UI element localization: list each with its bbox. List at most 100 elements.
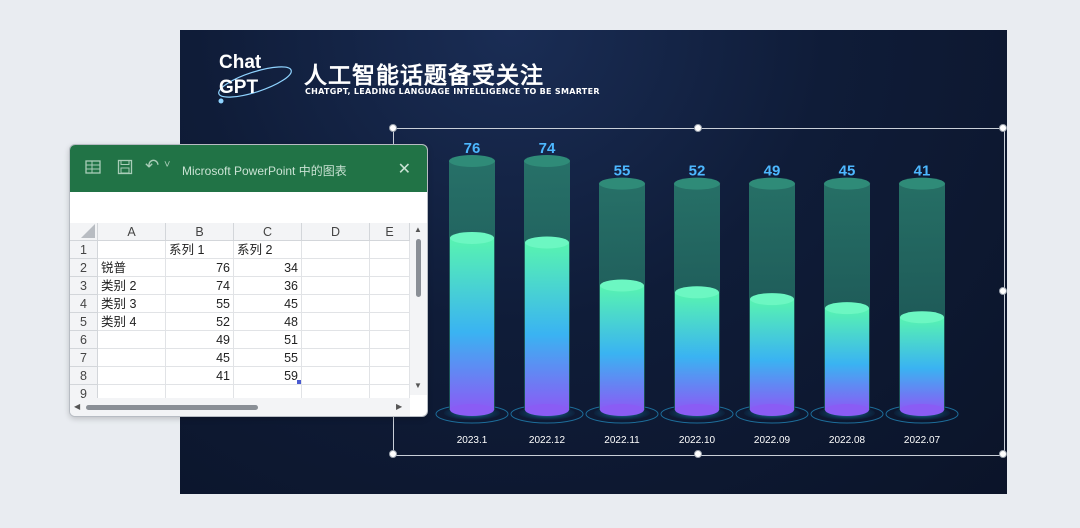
spreadsheet-cell[interactable] <box>302 331 370 349</box>
spreadsheet-cell[interactable] <box>370 349 410 367</box>
bar-fill-cap <box>900 311 944 324</box>
bar-fill-bottom <box>675 404 719 416</box>
select-all-corner[interactable] <box>70 223 98 241</box>
close-icon[interactable]: ✕ <box>398 159 411 179</box>
spreadsheet-cell[interactable]: 48 <box>234 313 302 331</box>
scroll-left-icon[interactable]: ◀ <box>74 402 80 411</box>
data-label: 49 <box>764 163 781 180</box>
spreadsheet-cell[interactable]: 74 <box>166 277 234 295</box>
bar-fill-cap <box>750 293 794 306</box>
row-header[interactable]: 4 <box>70 295 98 313</box>
spreadsheet-cell[interactable] <box>370 241 410 259</box>
row-header[interactable]: 5 <box>70 313 98 331</box>
category-label: 2022.09 <box>754 435 791 446</box>
category-label: 2022.12 <box>529 435 566 446</box>
spreadsheet-cell[interactable]: 类别 4 <box>98 313 166 331</box>
spreadsheet-cell[interactable]: 52 <box>166 313 234 331</box>
resize-handle-right[interactable] <box>999 287 1007 295</box>
bar-fill-cap <box>600 279 644 292</box>
spreadsheet-cell[interactable]: 76 <box>166 259 234 277</box>
excel-window-title: Microsoft PowerPoint 中的图表 <box>182 164 347 178</box>
spreadsheet-cell[interactable] <box>370 313 410 331</box>
row-header[interactable]: 1 <box>70 241 98 259</box>
category-label: 2022.07 <box>904 435 941 446</box>
undo-dropdown-icon[interactable]: ˅ <box>164 159 170 171</box>
spreadsheet-cell[interactable] <box>302 313 370 331</box>
column-header[interactable]: E <box>370 223 410 241</box>
vertical-scrollbar[interactable]: ▲ ▼ <box>410 223 427 395</box>
undo-icon[interactable]: ↶ <box>145 156 159 176</box>
resize-handle-bottom[interactable] <box>694 450 702 458</box>
bar-fill-2023.1[interactable] <box>450 237 494 410</box>
spreadsheet-cell[interactable] <box>98 367 166 385</box>
spreadsheet-cell[interactable] <box>98 331 166 349</box>
data-label: 52 <box>689 163 706 180</box>
spreadsheet-cell[interactable]: 59 <box>234 367 302 385</box>
resize-handle-bottom-right[interactable] <box>999 450 1007 458</box>
bar-fill-2022.08[interactable] <box>825 308 869 410</box>
scroll-down-icon[interactable]: ▼ <box>414 381 422 390</box>
scroll-right-icon[interactable]: ▶ <box>396 402 402 411</box>
row-header[interactable]: 2 <box>70 259 98 277</box>
spreadsheet-cell[interactable] <box>302 295 370 313</box>
spreadsheet-cell[interactable] <box>98 241 166 259</box>
scroll-up-icon[interactable]: ▲ <box>414 225 422 234</box>
bar-fill-2022.09[interactable] <box>750 299 794 410</box>
data-label: 55 <box>614 163 631 180</box>
bar-fill-cap <box>450 231 494 244</box>
spreadsheet-cell[interactable]: 51 <box>234 331 302 349</box>
spreadsheet-cell[interactable] <box>302 277 370 295</box>
spreadsheet-cell[interactable]: 55 <box>166 295 234 313</box>
spreadsheet-cell[interactable]: 49 <box>166 331 234 349</box>
horizontal-scroll-thumb[interactable] <box>86 405 258 410</box>
spreadsheet-cell[interactable] <box>302 241 370 259</box>
column-header[interactable]: B <box>166 223 234 241</box>
bar-fill-cap <box>675 286 719 299</box>
spreadsheet-cell[interactable] <box>370 295 410 313</box>
resize-handle-bottom-left[interactable] <box>389 450 397 458</box>
row-header[interactable]: 7 <box>70 349 98 367</box>
horizontal-scrollbar[interactable]: ◀ ▶ <box>70 398 410 416</box>
bar-fill-bottom <box>525 404 569 416</box>
spreadsheet-cell[interactable]: 类别 3 <box>98 295 166 313</box>
row-header[interactable]: 8 <box>70 367 98 385</box>
spreadsheet-cell[interactable] <box>302 349 370 367</box>
excel-data-window[interactable]: ↶ ˅ Microsoft PowerPoint 中的图表 ✕ A B C D E 1 系列… <box>69 144 428 417</box>
bar-fill-bottom <box>600 404 644 416</box>
spreadsheet-cell[interactable] <box>98 349 166 367</box>
spreadsheet-cell[interactable]: 55 <box>234 349 302 367</box>
spreadsheet-cell[interactable] <box>370 367 410 385</box>
bar-fill-2022.11[interactable] <box>600 285 644 411</box>
spreadsheet-cell[interactable]: 36 <box>234 277 302 295</box>
spreadsheet-cell[interactable]: 系列 2 <box>234 241 302 259</box>
spreadsheet-cell[interactable]: 34 <box>234 259 302 277</box>
spreadsheet-cell[interactable] <box>370 259 410 277</box>
spreadsheet-cell[interactable] <box>370 331 410 349</box>
data-range-handle[interactable] <box>297 380 301 384</box>
bar-fill-bottom <box>450 404 494 416</box>
bar-fill-2022.10[interactable] <box>675 292 719 410</box>
row-header[interactable]: 3 <box>70 277 98 295</box>
spreadsheet-cell[interactable]: 锐普 <box>98 259 166 277</box>
resize-handle-top[interactable] <box>694 124 702 132</box>
spreadsheet-cell[interactable]: 45 <box>166 349 234 367</box>
spreadsheet-cell[interactable]: 系列 1 <box>166 241 234 259</box>
spreadsheet-cell[interactable]: 45 <box>234 295 302 313</box>
bar-fill-bottom <box>900 404 944 416</box>
excel-titlebar: ↶ ˅ Microsoft PowerPoint 中的图表 ✕ <box>70 145 427 192</box>
spreadsheet-cell[interactable]: 类别 2 <box>98 277 166 295</box>
save-icon[interactable] <box>117 159 133 178</box>
bar-fill-2022.12[interactable] <box>525 242 569 410</box>
column-header[interactable]: D <box>302 223 370 241</box>
spreadsheet-cell[interactable] <box>370 277 410 295</box>
vertical-scroll-thumb[interactable] <box>416 239 421 297</box>
resize-handle-top-left[interactable] <box>389 124 397 132</box>
resize-handle-top-right[interactable] <box>999 124 1007 132</box>
spreadsheet-cell[interactable]: 41 <box>166 367 234 385</box>
column-header[interactable]: C <box>234 223 302 241</box>
column-header[interactable]: A <box>98 223 166 241</box>
row-header[interactable]: 6 <box>70 331 98 349</box>
spreadsheet-cell[interactable] <box>302 259 370 277</box>
bar-fill-2022.07[interactable] <box>900 317 944 410</box>
spreadsheet-cell[interactable] <box>302 367 370 385</box>
